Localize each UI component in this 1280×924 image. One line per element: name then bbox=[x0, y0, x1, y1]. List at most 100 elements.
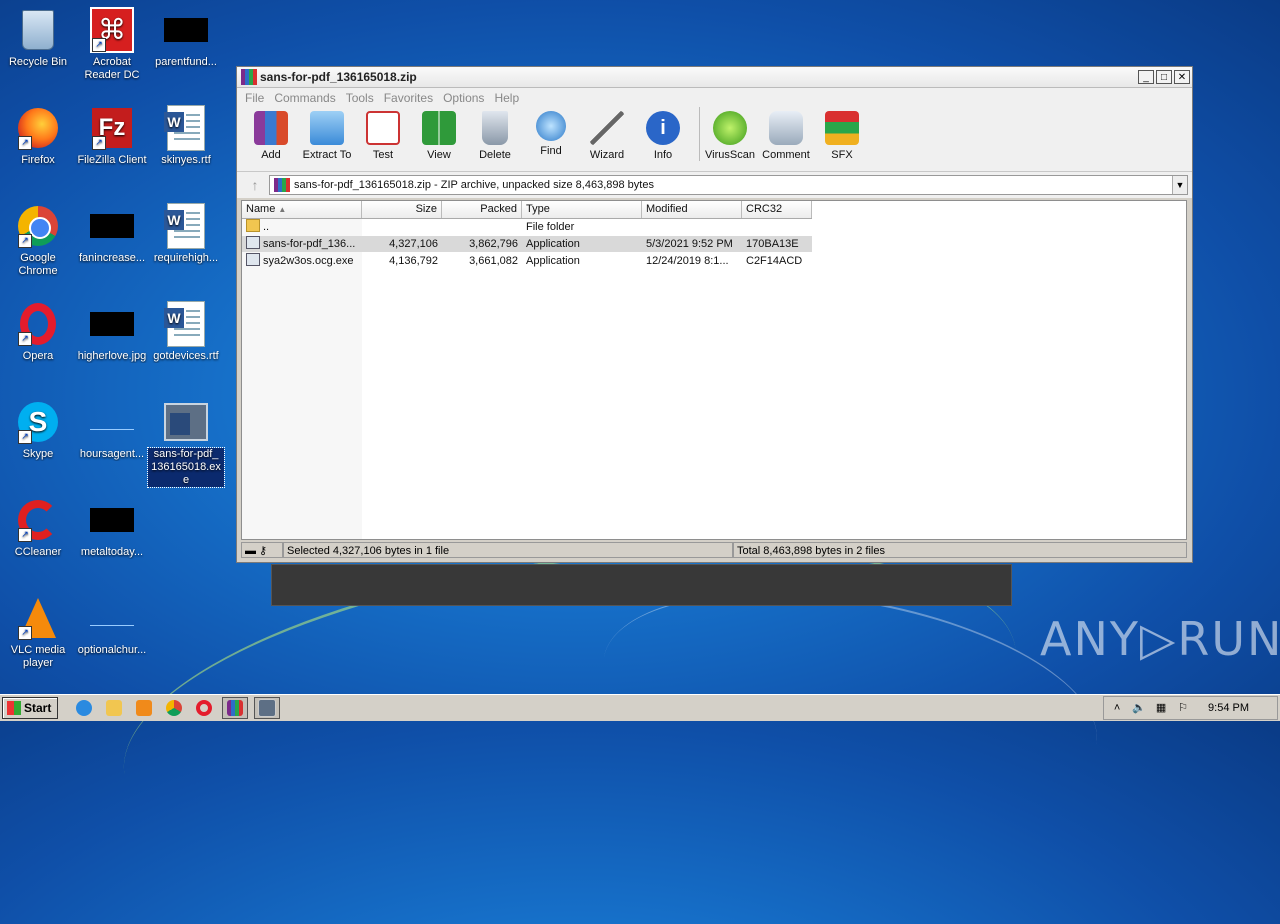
network-icon[interactable]: ▦ bbox=[1154, 701, 1168, 715]
file-thumbnail-icon bbox=[90, 214, 134, 238]
desktop-icon-label: skinyes.rtf bbox=[161, 154, 211, 166]
cell-name: sans-for-pdf_136... bbox=[263, 238, 356, 250]
menu-help[interactable]: Help bbox=[494, 91, 519, 105]
taskbar-opera[interactable] bbox=[192, 698, 216, 718]
up-arrow-icon[interactable]: ↑ bbox=[241, 175, 269, 195]
desktop-icon-skinyes[interactable]: W skinyes.rtf bbox=[148, 105, 224, 167]
desktop-icon-hoursagent[interactable]: hoursagent... bbox=[74, 400, 150, 461]
maximize-button[interactable]: □ bbox=[1156, 70, 1172, 84]
cell-size bbox=[362, 219, 442, 235]
virus-scan-icon bbox=[713, 111, 747, 145]
menu-tools[interactable]: Tools bbox=[346, 91, 374, 105]
cell-name: sya2w3os.ocg.exe bbox=[263, 255, 354, 267]
desktop-icon-vlc[interactable]: ↗ VLC media player bbox=[0, 596, 76, 670]
extract-to-button[interactable]: Extract To bbox=[299, 107, 355, 161]
system-tray: ˄ 🔈 ▦ ⚐ 9:54 PM bbox=[1103, 696, 1278, 720]
background-window[interactable] bbox=[271, 564, 1012, 606]
desktop-icon-skype[interactable]: S ↗ Skype bbox=[0, 400, 76, 461]
chevron-up-icon[interactable]: ˄ bbox=[1110, 701, 1124, 715]
desktop-icon-filezilla[interactable]: Fz ↗ FileZilla Client bbox=[74, 106, 150, 167]
shortcut-arrow-icon: ↗ bbox=[18, 136, 32, 150]
window-title: sans-for-pdf_136165018.zip bbox=[260, 70, 417, 84]
archive-path-combobox[interactable]: sans-for-pdf_136165018.zip - ZIP archive… bbox=[269, 175, 1188, 195]
chrome-icon bbox=[166, 700, 183, 716]
column-header-packed[interactable]: Packed bbox=[442, 201, 522, 218]
desktop-icon-fanincrease[interactable]: fanincrease... bbox=[74, 204, 150, 265]
desktop-icon-gotdevices[interactable]: W gotdevices.rtf bbox=[148, 301, 224, 363]
desktop-icon-firefox[interactable]: ↗ Firefox bbox=[0, 106, 76, 167]
desktop-icon-sans-for-pdf-exe[interactable]: sans-for-pdf_ 136165018.ex e bbox=[147, 400, 225, 488]
file-list-header: Name ▲ Size Packed Type Modified CRC32 bbox=[242, 201, 812, 219]
clock[interactable]: 9:54 PM bbox=[1208, 702, 1249, 714]
minimize-button[interactable]: _ bbox=[1138, 70, 1154, 84]
image-thumbnail-icon bbox=[90, 312, 134, 336]
speaker-icon[interactable]: 🔈 bbox=[1132, 701, 1146, 715]
column-header-name[interactable]: Name ▲ bbox=[242, 201, 362, 218]
close-button[interactable]: ✕ bbox=[1174, 70, 1190, 84]
cell-modified bbox=[642, 219, 742, 235]
desktop-icon-chrome[interactable]: ↗ Google Chrome bbox=[0, 204, 76, 278]
desktop-icon-label: Acrobat Reader DC bbox=[84, 56, 140, 81]
table-row-parent-folder[interactable]: .. File folder bbox=[242, 219, 812, 235]
add-button[interactable]: Add bbox=[243, 107, 299, 161]
desktop-icon-label: Opera bbox=[22, 350, 54, 362]
window-titlebar[interactable]: sans-for-pdf_136165018.zip _ □ ✕ bbox=[237, 67, 1192, 88]
delete-label: Delete bbox=[479, 149, 511, 161]
action-center-flag-icon[interactable]: ⚐ bbox=[1176, 701, 1190, 715]
column-header-type[interactable]: Type bbox=[522, 201, 642, 218]
desktop-icon-optionalchur[interactable]: optionalchur... bbox=[74, 596, 150, 657]
comment-button[interactable]: Comment bbox=[758, 107, 814, 161]
magic-wand-icon bbox=[590, 111, 624, 145]
taskbar-ie[interactable] bbox=[72, 698, 96, 718]
cell-type: File folder bbox=[526, 221, 575, 233]
table-row[interactable]: sya2w3os.ocg.exe 4,136,792 3,661,082 App… bbox=[242, 253, 812, 269]
sfx-button[interactable]: SFX bbox=[814, 107, 870, 161]
find-button[interactable]: Find bbox=[523, 107, 579, 157]
column-header-crc32[interactable]: CRC32 bbox=[742, 201, 812, 218]
wizard-button[interactable]: Wizard bbox=[579, 107, 635, 161]
desktop-icon-recycle-bin[interactable]: Recycle Bin bbox=[0, 8, 76, 69]
column-header-modified[interactable]: Modified bbox=[642, 201, 742, 218]
menu-commands[interactable]: Commands bbox=[274, 91, 335, 105]
table-row[interactable]: sans-for-pdf_136... 4,327,106 3,862,796 … bbox=[242, 236, 812, 252]
taskbar-explorer[interactable] bbox=[102, 698, 126, 718]
cell-modified: 5/3/2021 9:52 PM bbox=[646, 238, 733, 250]
media-player-icon bbox=[136, 700, 153, 716]
file-list[interactable]: Name ▲ Size Packed Type Modified CRC32 .… bbox=[241, 200, 1187, 540]
taskbar-winrar[interactable] bbox=[222, 697, 249, 719]
desktop-icon-metaltoday[interactable]: metaltoday... bbox=[74, 498, 150, 559]
info-icon: i bbox=[646, 111, 680, 145]
column-header-size[interactable]: Size bbox=[362, 201, 442, 218]
desktop-icon-higherlove[interactable]: higherlove.jpg bbox=[74, 302, 150, 363]
virusscan-label: VirusScan bbox=[705, 149, 755, 161]
folder-icon bbox=[106, 700, 123, 716]
virusscan-button[interactable]: VirusScan bbox=[699, 107, 758, 161]
desktop-icon-ccleaner[interactable]: ↗ CCleaner bbox=[0, 498, 76, 559]
start-label: Start bbox=[24, 701, 52, 715]
shortcut-arrow-icon: ↗ bbox=[18, 332, 32, 346]
view-button[interactable]: View bbox=[411, 107, 467, 161]
menu-file[interactable]: File bbox=[245, 91, 264, 105]
find-label: Find bbox=[540, 145, 562, 157]
drive-key-icon[interactable]: ▬ ⚷ bbox=[241, 542, 283, 558]
chevron-down-icon[interactable]: ▼ bbox=[1172, 176, 1187, 194]
menu-favorites[interactable]: Favorites bbox=[384, 91, 433, 105]
delete-button[interactable]: Delete bbox=[467, 107, 523, 161]
add-label: Add bbox=[261, 149, 281, 161]
sfx-archive-icon bbox=[825, 111, 859, 145]
test-button[interactable]: Test bbox=[355, 107, 411, 161]
desktop-icon-acrobat[interactable]: ⌘ ↗ Acrobat Reader DC bbox=[74, 7, 150, 82]
info-button[interactable]: i Info bbox=[635, 107, 691, 161]
desktop-icon-parentfund[interactable]: parentfund... bbox=[148, 8, 224, 69]
application-icon bbox=[246, 253, 260, 266]
desktop-icon-opera[interactable]: ↗ Opera bbox=[0, 302, 76, 363]
taskbar-app-window[interactable] bbox=[254, 697, 281, 719]
menu-options[interactable]: Options bbox=[443, 91, 484, 105]
desktop-icon-requirehigh[interactable]: W requirehigh... bbox=[148, 203, 224, 265]
start-button[interactable]: Start bbox=[2, 697, 59, 719]
desktop-icon-label: CCleaner bbox=[14, 546, 62, 558]
taskbar-chrome[interactable] bbox=[162, 698, 186, 718]
taskbar-media-player[interactable] bbox=[132, 698, 156, 718]
cell-crc32: 170BA13E bbox=[746, 238, 799, 250]
winrar-icon bbox=[227, 700, 244, 716]
